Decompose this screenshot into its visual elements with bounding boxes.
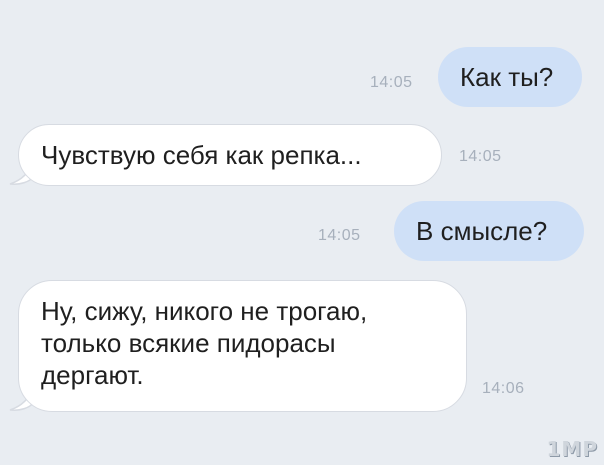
message-text: В смысле? [416, 216, 548, 246]
message-text-line: дергают. [41, 360, 144, 390]
message-timestamp: 14:05 [459, 148, 502, 165]
message-timestamp: 14:05 [318, 227, 361, 244]
chat-thread: 14:05 Как ты? Чувствую себя как репка...… [0, 0, 604, 465]
message-text-line: только всякие пидорасы [41, 328, 336, 358]
message-timestamp: 14:06 [482, 380, 525, 397]
outgoing-message-bubble[interactable]: Как ты? [438, 47, 582, 107]
incoming-message-bubble[interactable]: Чувствую себя как репка... [18, 124, 442, 186]
message-text: Чувствую себя как репка... [41, 140, 362, 170]
incoming-message-bubble[interactable]: Ну, сижу, никого не трогаю, только всяки… [18, 280, 467, 412]
outgoing-message-bubble[interactable]: В смысле? [394, 201, 584, 261]
message-text-line: Ну, сижу, никого не трогаю, [41, 296, 368, 326]
message-text: Как ты? [460, 62, 554, 92]
watermark-logo: 1MP [546, 437, 598, 461]
message-timestamp: 14:05 [370, 74, 413, 91]
